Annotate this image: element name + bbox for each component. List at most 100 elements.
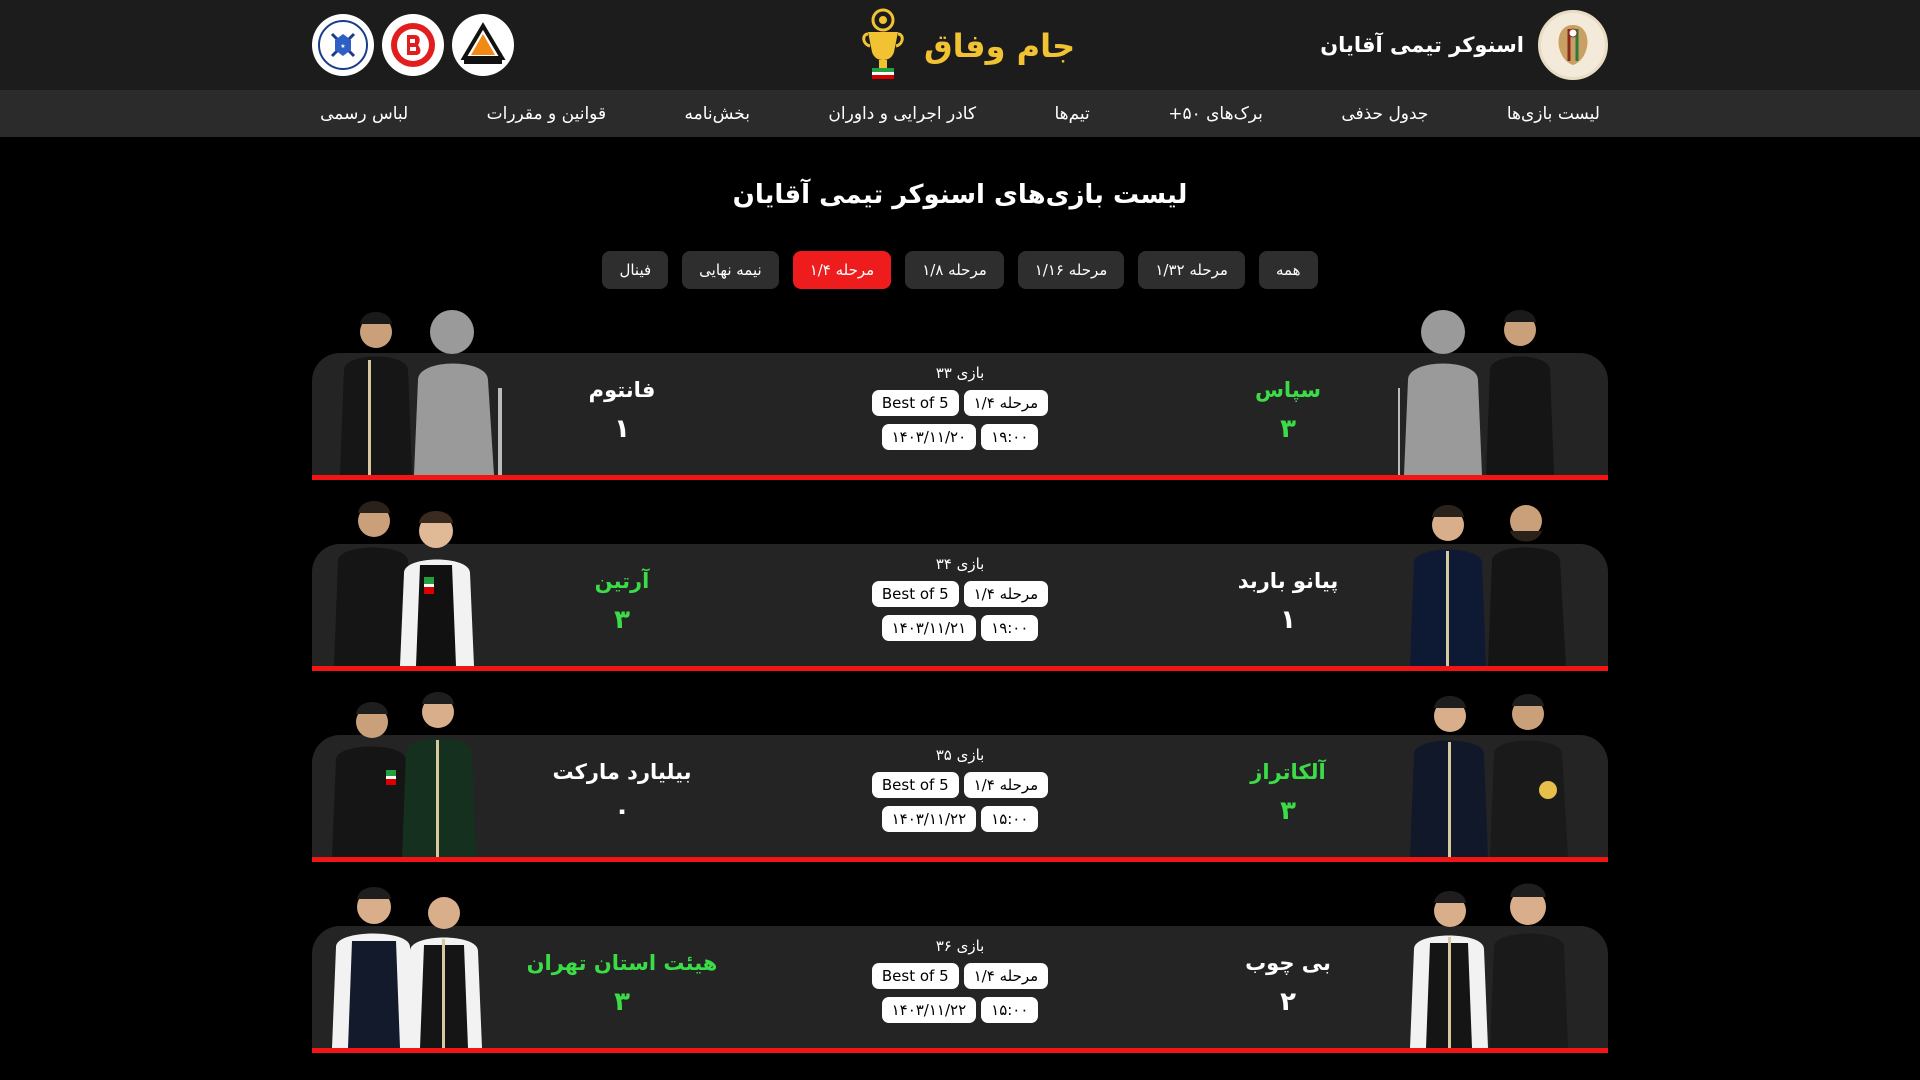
site-brand[interactable]: اسنوکر تیمی آقایان (1320, 10, 1608, 80)
match-schedule-row: ۱۹:۰۰ ۱۴۰۳/۱۱/۲۰ (830, 424, 1090, 450)
match-format-row: مرحله ۱/۴ Best of 5 (830, 581, 1090, 607)
home-team-score: ۲ (1280, 987, 1296, 1017)
nav-item-teams[interactable]: تیم‌ها (1054, 104, 1089, 124)
format-badge: Best of 5 (871, 581, 959, 607)
home-team[interactable]: بی چوب ۲ (1158, 951, 1418, 1017)
away-team-name[interactable]: آرتین (492, 569, 752, 593)
home-team-score: ۳ (1280, 796, 1296, 826)
match-card[interactable]: آلکاتراز ۳ بازی ۳۵ مرحله ۱/۴ Best of 5 ۱… (312, 682, 1608, 862)
away-team-players-image (324, 491, 514, 666)
match-details: بازی ۳۳ مرحله ۱/۴ Best of 5 ۱۹:۰۰ ۱۴۰۳/۱… (830, 364, 1090, 450)
nav-item-circular[interactable]: بخش‌نامه (685, 104, 751, 124)
match-card-divider (312, 1048, 1608, 1053)
nav-item-breaks[interactable]: برک‌های ۵۰+ (1168, 104, 1263, 124)
time-badge: ۱۵:۰۰ (981, 806, 1039, 832)
match-card[interactable]: بی چوب ۲ بازی ۳۶ مرحله ۱/۴ Best of 5 ۱۵:… (312, 873, 1608, 1053)
site-title: اسنوکر تیمی آقایان (1320, 33, 1524, 57)
filter-round-16[interactable]: مرحله ۱/۱۶ (1017, 251, 1125, 289)
cup-brand[interactable]: جام وفاق (860, 8, 1075, 84)
match-format-row: مرحله ۱/۴ Best of 5 (830, 772, 1090, 798)
stage-badge: مرحله ۱/۴ (963, 581, 1049, 607)
stage-badge: مرحله ۱/۴ (963, 772, 1049, 798)
format-badge: Best of 5 (871, 390, 959, 416)
svg-text:★: ★ (340, 43, 345, 50)
cup-title: جام وفاق (924, 27, 1076, 65)
match-details: بازی ۳۴ مرحله ۱/۴ Best of 5 ۱۹:۰۰ ۱۴۰۳/۱… (830, 555, 1090, 641)
filter-round-8[interactable]: مرحله ۱/۸ (905, 251, 1004, 289)
away-team-score: ۳ (614, 987, 630, 1017)
home-team-players-image (1398, 300, 1588, 475)
home-team[interactable]: سپاس ۳ (1158, 378, 1418, 444)
stage-badge: مرحله ۱/۴ (963, 390, 1049, 416)
nav-item-uniform[interactable]: لباس رسمی (320, 104, 408, 124)
match-format-row: مرحله ۱/۴ Best of 5 (830, 963, 1090, 989)
home-team[interactable]: آلکاتراز ۳ (1158, 760, 1418, 826)
game-number: بازی ۳۶ (935, 937, 985, 955)
game-number: بازی ۳۵ (935, 746, 985, 764)
format-badge: Best of 5 (871, 963, 959, 989)
away-team-players-image (324, 300, 514, 475)
away-team-name[interactable]: فانتوم (492, 378, 752, 402)
filter-semi-final[interactable]: نیمه نهایی (682, 251, 779, 289)
match-details: بازی ۳۶ مرحله ۱/۴ Best of 5 ۱۵:۰۰ ۱۴۰۳/۱… (830, 937, 1090, 1023)
snooker-logo-icon[interactable] (1538, 10, 1608, 80)
away-team-name[interactable]: بیلیارد مارکت (492, 760, 752, 784)
page-title: لیست بازی‌های اسنوکر تیمی آقایان (732, 180, 1188, 210)
nav-item-staff[interactable]: کادر اجرایی و داوران (828, 104, 976, 124)
partner-logos: ★ (312, 14, 514, 76)
date-badge: ۱۴۰۳/۱۱/۲۰ (881, 424, 977, 450)
home-team[interactable]: پیانو باربد ۱ (1158, 569, 1418, 635)
match-schedule-row: ۱۹:۰۰ ۱۴۰۳/۱۱/۲۱ (830, 615, 1090, 641)
away-team-score: ۰ (614, 796, 630, 826)
match-details: بازی ۳۵ مرحله ۱/۴ Best of 5 ۱۵:۰۰ ۱۴۰۳/۱… (830, 746, 1090, 832)
away-team-players-image (324, 682, 514, 857)
match-card-divider (312, 666, 1608, 671)
home-team-players-image (1398, 682, 1588, 857)
home-team-name[interactable]: بی چوب (1158, 951, 1418, 975)
date-badge: ۱۴۰۳/۱۱/۲۲ (881, 806, 977, 832)
nav-item-bracket[interactable]: جدول حذفی (1341, 104, 1428, 124)
time-badge: ۱۹:۰۰ (981, 615, 1039, 641)
match-card-divider (312, 475, 1608, 480)
home-team-players-image (1398, 491, 1588, 666)
match-format-row: مرحله ۱/۴ Best of 5 (830, 390, 1090, 416)
game-number: بازی ۳۳ (935, 364, 985, 382)
home-team-name[interactable]: سپاس (1158, 378, 1418, 402)
stage-badge: مرحله ۱/۴ (963, 963, 1049, 989)
away-team[interactable]: آرتین ۳ (492, 569, 752, 635)
time-badge: ۱۵:۰۰ (981, 997, 1039, 1023)
main-navigation: لیست بازی‌ها جدول حذفی برک‌های ۵۰+ تیم‌ه… (0, 90, 1920, 137)
away-team-score: ۱ (614, 414, 630, 444)
nav-item-matches[interactable]: لیست بازی‌ها (1507, 104, 1600, 124)
away-team[interactable]: بیلیارد مارکت ۰ (492, 760, 752, 826)
format-badge: Best of 5 (871, 772, 959, 798)
filter-all[interactable]: همه (1258, 251, 1318, 289)
trophy-icon (860, 8, 906, 84)
match-card[interactable]: پیانو باربد ۱ بازی ۳۴ مرحله ۱/۴ Best of … (312, 491, 1608, 671)
triangle-club-logo-icon (452, 14, 514, 76)
red-b-logo-icon (382, 14, 444, 76)
home-team-players-image (1398, 873, 1588, 1048)
away-team[interactable]: فانتوم ۱ (492, 378, 752, 444)
filter-quarter-final[interactable]: مرحله ۱/۴ (792, 251, 892, 289)
filter-round-32[interactable]: مرحله ۱/۳۲ (1138, 251, 1245, 289)
home-team-score: ۳ (1280, 414, 1296, 444)
site-header: اسنوکر تیمی آقایان جام وفاق ★ (0, 0, 1920, 90)
away-team-name[interactable]: هیئت استان تهران (492, 951, 752, 975)
date-badge: ۱۴۰۳/۱۱/۲۲ (881, 997, 977, 1023)
match-schedule-row: ۱۵:۰۰ ۱۴۰۳/۱۱/۲۲ (830, 806, 1090, 832)
filter-final[interactable]: فینال (602, 251, 669, 289)
match-card[interactable]: سپاس ۳ بازی ۳۳ مرحله ۱/۴ Best of 5 ۱۹:۰۰… (312, 300, 1608, 480)
time-badge: ۱۹:۰۰ (981, 424, 1039, 450)
home-team-name[interactable]: پیانو باربد (1158, 569, 1418, 593)
home-team-name[interactable]: آلکاتراز (1158, 760, 1418, 784)
away-team[interactable]: هیئت استان تهران ۳ (492, 951, 752, 1017)
stage-filters: همه مرحله ۱/۳۲ مرحله ۱/۱۶ مرحله ۱/۸ مرحل… (0, 251, 1920, 289)
match-schedule-row: ۱۵:۰۰ ۱۴۰۳/۱۱/۲۲ (830, 997, 1090, 1023)
nav-list: لیست بازی‌ها جدول حذفی برک‌های ۵۰+ تیم‌ه… (320, 90, 1600, 137)
away-team-score: ۳ (614, 605, 630, 635)
home-team-score: ۱ (1280, 605, 1296, 635)
game-number: بازی ۳۴ (935, 555, 985, 573)
nav-item-rules[interactable]: قوانین و مقررات (487, 104, 606, 124)
away-team-players-image (324, 873, 514, 1048)
